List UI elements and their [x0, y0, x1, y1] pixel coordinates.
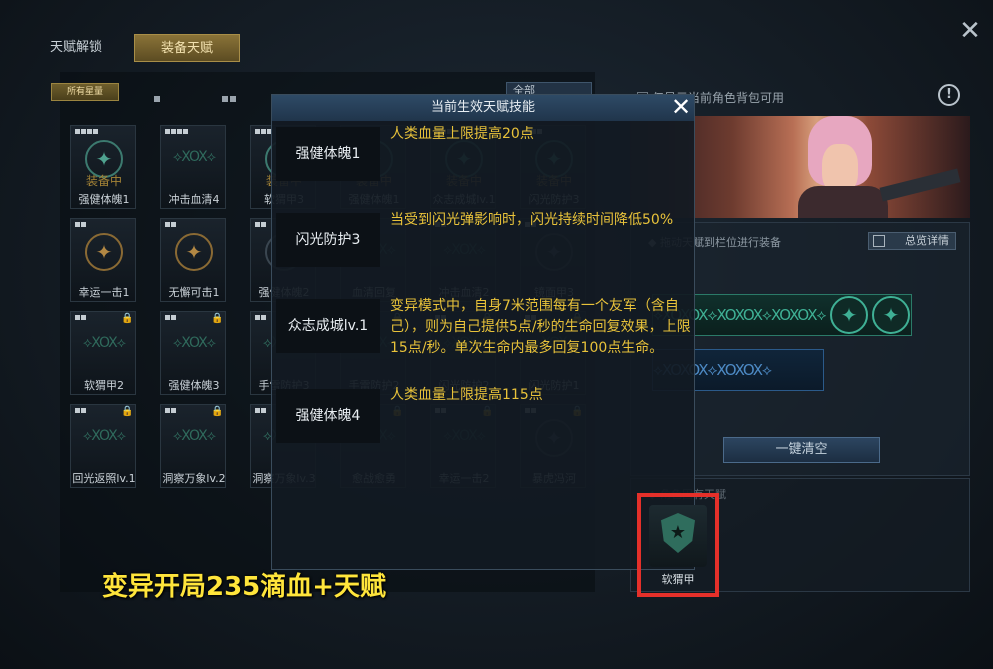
star-rank — [75, 129, 99, 136]
filter-2-star-button[interactable] — [222, 87, 238, 102]
lock-icon: 🔒 — [121, 406, 134, 417]
clear-all-button[interactable]: 一键清空 — [723, 437, 880, 463]
talent-name: 软猬甲2 — [84, 379, 124, 392]
talent-card[interactable]: 🔒 ⟡XOX⟡ 强健体魄3 — [160, 311, 226, 395]
talent-screen: 天赋解锁 装备天赋 ✕ 所有星量 全部 ✦ 装备中 强健体魄1 ⟡XOX⟡ 冲击血清4 ✦… — [0, 0, 993, 669]
star-rank — [255, 222, 267, 229]
active-skill-name: 强健体魄1 — [276, 127, 380, 181]
dna-helix-icon: ⟡XOX⟡ — [173, 149, 216, 165]
talent-card[interactable]: 🔒 ⟡XOX⟡ 洞察万象lv.2 — [160, 404, 226, 488]
overview-details-label: 总览详情 — [905, 234, 949, 247]
talent-name: 回光返照lv.1 — [72, 472, 136, 485]
talent-badge: ★ — [649, 505, 707, 567]
talent-card[interactable]: 🔒 ⟡XOX⟡ 回光返照lv.1 — [70, 404, 136, 488]
equipped-emblem-icon[interactable]: ✦ — [830, 296, 868, 334]
active-skill-name: 众志成城lv.1 — [276, 299, 380, 353]
close-icon[interactable]: ✕ — [956, 18, 984, 46]
tab-equip-talent[interactable]: 装备天赋 — [134, 34, 240, 62]
active-skill-description: 当受到闪光弹影响时，闪光持续时间降低50% — [390, 212, 674, 228]
star-rank — [165, 129, 189, 136]
active-skill-description: 变异模式中，自身7米范围每有一个友军（含自己），则为自己提供5点/秒的生命回复效… — [390, 298, 691, 356]
dna-helix-icon: ⟡XOX⟡ — [173, 428, 216, 444]
tab-talent-unlock[interactable]: 天赋解锁 — [36, 34, 116, 62]
filter-all-stars-button[interactable]: 所有星量 — [51, 83, 119, 101]
star-rank — [165, 315, 177, 322]
equipped-emblem-icon[interactable]: ✦ — [872, 296, 910, 334]
star-rank — [75, 408, 87, 415]
talent-name: 无懈可击1 — [168, 286, 220, 299]
star-rank — [165, 222, 177, 229]
innate-talent-name: 软猬甲 — [661, 573, 695, 586]
lock-icon: 🔒 — [121, 313, 134, 324]
overview-details-button[interactable]: 总览详情 — [868, 232, 956, 250]
talent-name: 强健体魄3 — [168, 379, 220, 392]
star-rank — [255, 408, 267, 415]
active-skill-name: 闪光防护3 — [276, 213, 380, 267]
lock-icon: 🔒 — [211, 406, 224, 417]
video-caption: 变异开局235滴血+天赋 — [102, 572, 387, 602]
talent-name: 强健体魄1 — [78, 193, 130, 206]
dna-helix-icon: ⟡XOX⟡ — [83, 428, 126, 444]
talent-card[interactable]: ⟡XOX⟡ 冲击血清4 — [160, 125, 226, 209]
dna-helix-icon: ⟡XOX⟡ — [83, 335, 126, 351]
equipped-status: 装备中 — [85, 174, 122, 188]
list-icon — [873, 235, 885, 247]
star-rank — [165, 408, 177, 415]
active-skill-description: 人类血量上限提高115点 — [390, 387, 543, 403]
emblem-icon: ✦ — [175, 233, 213, 271]
emblem-icon: ✦ — [85, 233, 123, 271]
popup-close-icon[interactable]: ✕ — [669, 95, 693, 119]
talent-card[interactable]: ✦ 幸运一击1 — [70, 218, 136, 302]
star-rank — [75, 315, 87, 322]
shield-star-icon: ★ — [661, 513, 695, 553]
talent-name: 洞察万象lv.2 — [162, 472, 226, 485]
active-skill-name: 强健体魄4 — [276, 389, 380, 443]
talent-card[interactable]: ✦装备中强健体魄1 — [70, 125, 136, 209]
lock-icon: 🔒 — [211, 313, 224, 324]
talent-card[interactable]: 🔒 ⟡XOX⟡ 软猬甲2 — [70, 311, 136, 395]
popup-title: 当前生效天赋技能 — [272, 95, 694, 121]
filter-1-star-button[interactable] — [154, 87, 162, 102]
star-rank — [255, 315, 267, 322]
talent-card[interactable]: ✦ 无懈可击1 — [160, 218, 226, 302]
active-skill-description: 人类血量上限提高20点 — [390, 126, 534, 142]
star-rank — [75, 222, 87, 229]
highlighted-innate-talent[interactable]: ★ 软猬甲 — [637, 493, 719, 597]
talent-name: 冲击血清4 — [168, 193, 220, 206]
dna-helix-icon: ⟡XOX⟡ — [173, 335, 216, 351]
talent-name: 幸运一击1 — [78, 286, 130, 299]
info-icon[interactable]: ! — [938, 84, 960, 106]
